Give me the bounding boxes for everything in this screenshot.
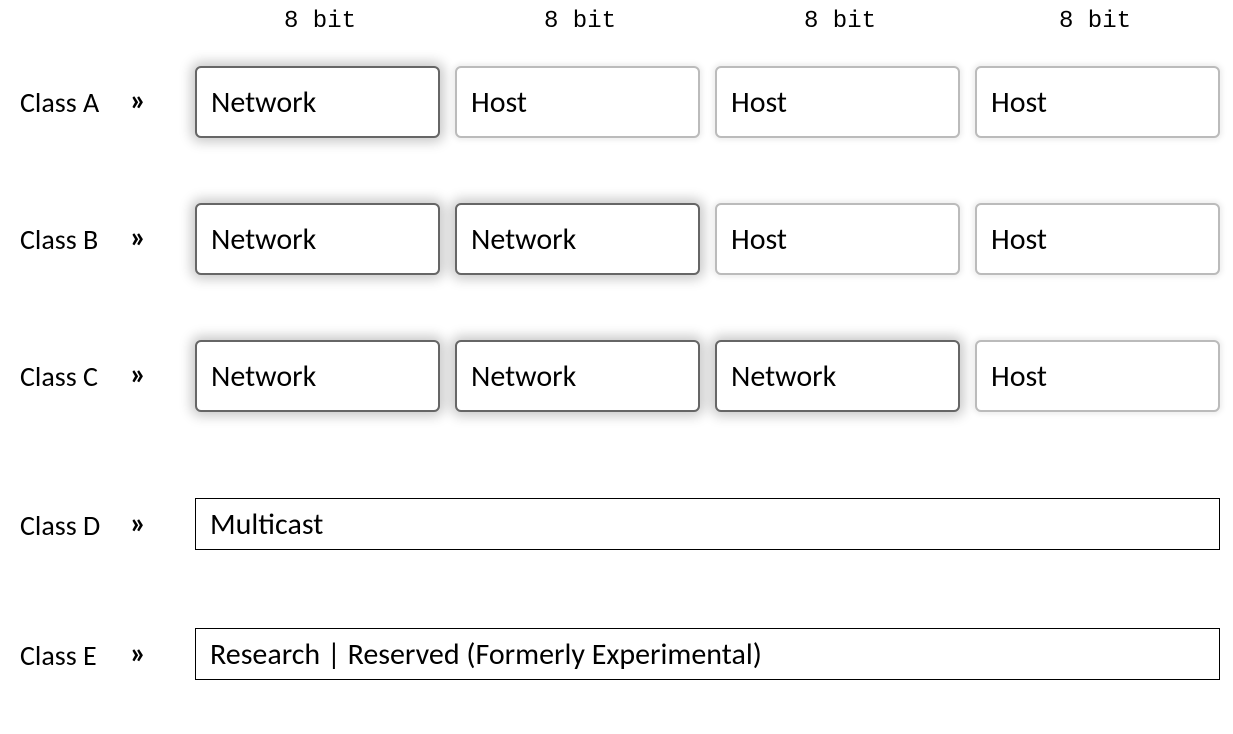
row-label-class-e: Class E	[20, 638, 130, 673]
row-label-class-c: Class C	[20, 359, 130, 394]
class-e-box: Research | Reserved (Formerly Experiment…	[195, 628, 1220, 680]
chevron-icon: »	[130, 82, 146, 119]
col-header-0: 8 bit	[195, 8, 445, 35]
octet-b-3: Host	[975, 203, 1220, 275]
col-header-2: 8 bit	[715, 8, 965, 35]
chevron-icon: »	[130, 635, 146, 672]
ip-class-diagram: 8 bit 8 bit 8 bit 8 bit Class A » Networ…	[0, 0, 1233, 734]
octet-b-0: Network	[195, 203, 440, 275]
octet-b-1: Network	[455, 203, 700, 275]
col-header-1: 8 bit	[455, 8, 705, 35]
row-label-class-a: Class A	[20, 85, 130, 120]
octet-a-1: Host	[455, 66, 700, 138]
octet-a-0: Network	[195, 66, 440, 138]
octet-b-2: Host	[715, 203, 960, 275]
octet-c-2: Network	[715, 340, 960, 412]
chevron-icon: »	[130, 219, 146, 256]
octet-c-0: Network	[195, 340, 440, 412]
chevron-icon: »	[130, 505, 146, 542]
chevron-icon: »	[130, 356, 146, 393]
octet-a-2: Host	[715, 66, 960, 138]
octet-a-3: Host	[975, 66, 1220, 138]
row-label-class-b: Class B	[20, 222, 130, 257]
row-label-class-d: Class D	[20, 508, 130, 543]
octet-c-3: Host	[975, 340, 1220, 412]
class-d-box: Multicast	[195, 498, 1220, 550]
col-header-3: 8 bit	[970, 8, 1220, 35]
octet-c-1: Network	[455, 340, 700, 412]
